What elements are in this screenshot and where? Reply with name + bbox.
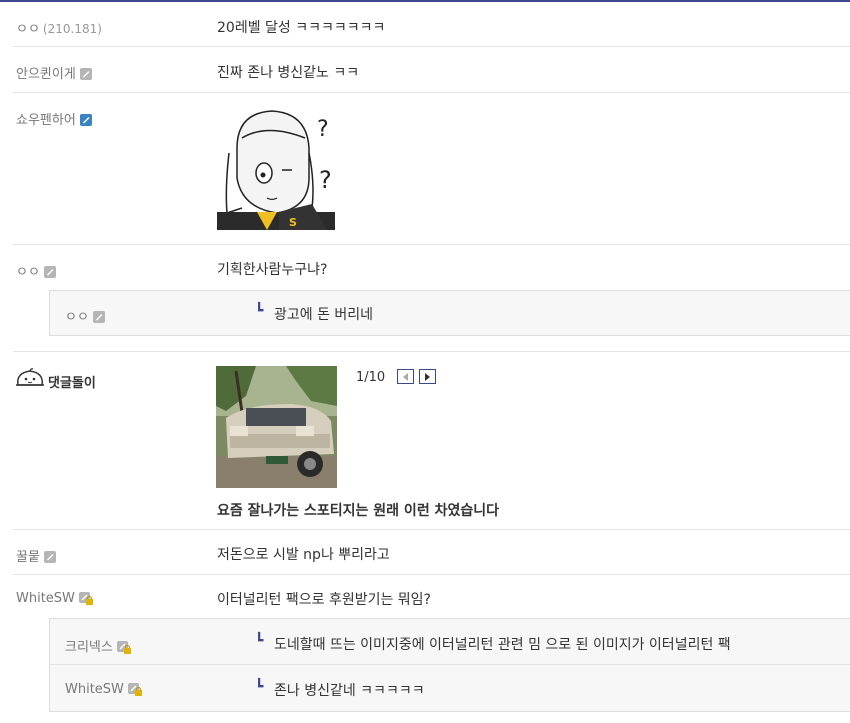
comment-nick[interactable]: ㅇㅇ [16,261,56,280]
divider [13,92,850,93]
nick-text: WhiteSW [65,682,124,697]
nick-text: ㅇㅇ [65,310,89,325]
divider [13,574,850,575]
comment-text: 저돈으로 시발 np나 뿌리라고 [217,547,390,563]
comment-bot-icon [14,367,46,395]
reply-arrow-icon: ┗ [255,303,264,319]
top-border [0,0,850,2]
reply-box: ㅇㅇ ┗ 광고에 돈 버리네 [49,290,850,336]
attached-photo[interactable] [216,366,337,488]
photo-caption: 요즘 잘나가는 스포티지는 원래 이런 차였습니다 [217,503,499,519]
divider [13,529,850,530]
nick-text: WhiteSW [16,591,75,606]
reply-divider [50,664,850,665]
comment-nick[interactable]: ㅇㅇ (210.181) [16,18,102,37]
comment-nick[interactable]: 쇼우펜하어 [16,109,92,128]
comment-list: ㅇㅇ (210.181) 20레벨 달성 ㅋㅋㅋㅋㅋㅋㅋ 안으퀸이게 진짜 존나 … [0,0,850,723]
nick-text: 안으퀸이게 [16,67,76,82]
comment-nick[interactable]: WhiteSW [16,591,93,606]
divider [13,244,850,245]
reply-nick[interactable]: ㅇㅇ [65,306,105,325]
gallery-lock-icon [127,683,142,696]
gallery-half-icon [43,266,56,278]
comment-text: 기획한사람누구냐? [217,262,328,278]
reply-arrow-icon: ┗ [255,679,264,695]
divider [13,46,850,47]
svg-text:?: ? [319,166,332,194]
reply-text: 도네할때 뜨는 이미지중에 이터널리턴 관련 밈 으로 된 이미지가 이터널리턴… [274,637,731,653]
svg-text:S: S [289,216,297,229]
svg-text:?: ? [317,117,329,142]
comment-text: 20레벨 달성 ㅋㅋㅋㅋㅋㅋㅋ [217,20,386,36]
nick-text: ㅇㅇ [16,22,40,37]
reply-text: 존나 병신같네 ㅋㅋㅋㅋㅋ [274,683,425,699]
reply-nick[interactable]: WhiteSW [65,682,142,697]
comment-nick[interactable]: 꿀뭍 [16,546,56,565]
nick-text: 쇼우펜하어 [16,113,76,128]
comment-nick[interactable]: 안으퀸이게 [16,63,92,82]
nick-text: ㅇㅇ [16,265,40,280]
reply-nick[interactable]: 크리넥스 [65,636,131,655]
dccon-image[interactable]: S ? ? [217,108,335,230]
gallery-half-icon [43,551,56,563]
gallery-half-icon [92,311,105,323]
photo-pager: 1/10 [356,370,386,385]
prev-photo-button[interactable] [397,369,414,384]
gallery-half-icon [79,68,92,80]
divider [13,351,850,352]
gallery-fixed-icon [79,114,92,126]
comment-text: 이터널리턴 팩으로 후원받기는 뭐임? [217,592,431,608]
comment-nick-bot[interactable]: 댓글돌이 [48,372,96,391]
next-photo-button[interactable] [419,369,436,384]
nick-text: 크리넥스 [65,640,113,655]
reply-arrow-icon: ┗ [255,633,264,649]
nick-text: 꿀뭍 [16,550,40,565]
reply-text: 광고에 돈 버리네 [274,307,374,323]
gallery-lock-icon [116,641,131,654]
ip-text: (210.181) [42,22,102,36]
reply-box: 크리넥스 ┗ 도네할때 뜨는 이미지중에 이터널리턴 관련 밈 으로 된 이미지… [49,618,850,712]
comment-text: 진짜 존나 병신같노 ㅋㅋ [217,65,360,81]
gallery-lock-icon [78,592,93,605]
